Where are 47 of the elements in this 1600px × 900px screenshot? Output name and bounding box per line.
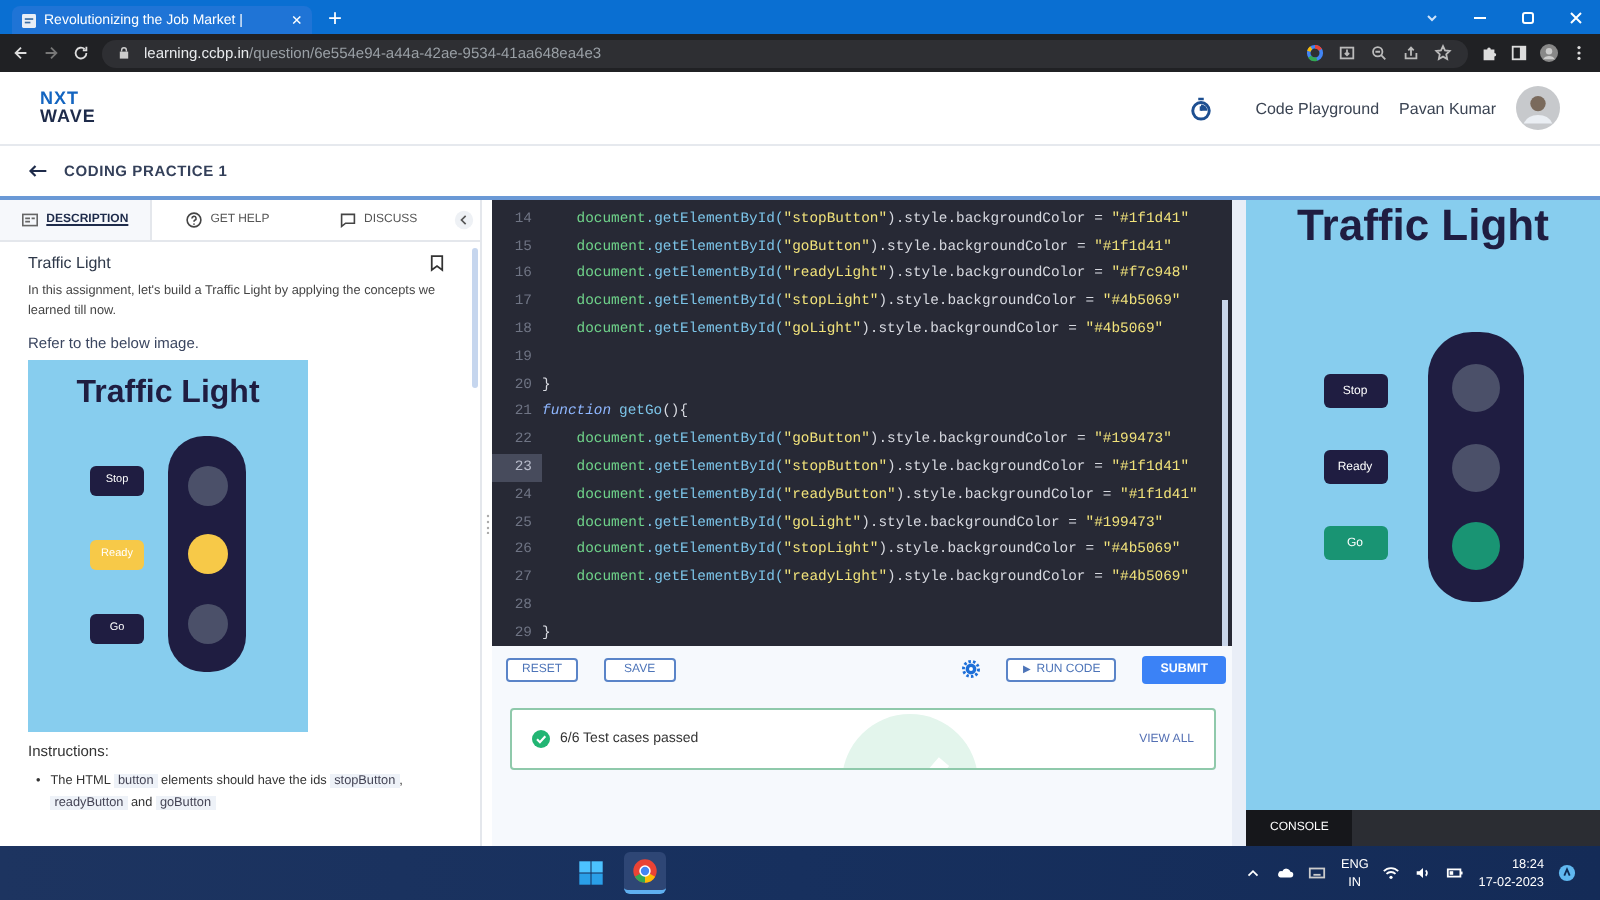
wifi-icon[interactable] [1382,864,1401,882]
user-name[interactable]: Pavan Kumar [1399,99,1496,117]
help-icon [186,212,203,228]
battery-icon[interactable] [1446,864,1465,882]
notification-icon[interactable] [1558,864,1576,882]
install-icon[interactable] [1338,44,1356,62]
lock-icon [118,46,130,60]
drag-handle-icon[interactable] [485,513,489,533]
collapse-button[interactable] [454,210,474,230]
forward-icon[interactable] [42,44,60,62]
caret-up-icon[interactable] [1244,864,1263,882]
scrollbar[interactable] [1232,200,1246,846]
close-icon[interactable] [1566,8,1586,28]
document-icon [22,212,39,228]
back-icon[interactable] [12,44,30,62]
success-check-icon [532,730,550,748]
profile-avatar[interactable] [1540,44,1558,62]
windows-start-icon[interactable] [578,860,605,886]
browser-taskbar-button[interactable] [624,852,667,894]
puzzle-icon[interactable] [1480,44,1498,62]
settings-icon[interactable] [962,660,981,678]
code-playground-link[interactable]: Code Playground [1255,99,1380,117]
google-icon[interactable] [1306,44,1324,62]
code-editor[interactable] [492,200,1232,646]
keyboard-icon[interactable] [1308,864,1327,882]
back-arrow-icon[interactable] [28,164,48,178]
zoom-icon[interactable] [1370,44,1388,62]
new-tab-button[interactable]: + [328,4,343,32]
scene-title: Traffic Light [76,376,260,412]
share-icon[interactable] [1402,44,1420,62]
user-avatar[interactable] [1516,86,1560,130]
browser-icon [632,858,659,884]
problem-title: Traffic Light [28,254,111,272]
scene-title: Traffic Light [1297,200,1549,252]
scrollbar-thumb[interactable] [1222,300,1228,646]
stopwatch-icon[interactable] [1189,95,1212,121]
star-icon[interactable] [1434,44,1452,62]
bookmark-icon[interactable] [430,254,444,272]
reload-icon[interactable] [72,44,90,62]
cloud-icon[interactable] [1276,864,1295,882]
maximize-icon[interactable] [1518,8,1538,28]
close-tab-button[interactable]: × [291,11,302,29]
side-panel-icon[interactable] [1510,44,1528,62]
speaker-icon[interactable] [1414,864,1433,882]
page-icon [22,13,36,27]
chat-icon [339,212,356,228]
logo[interactable]: NXT WAVE [40,90,96,126]
